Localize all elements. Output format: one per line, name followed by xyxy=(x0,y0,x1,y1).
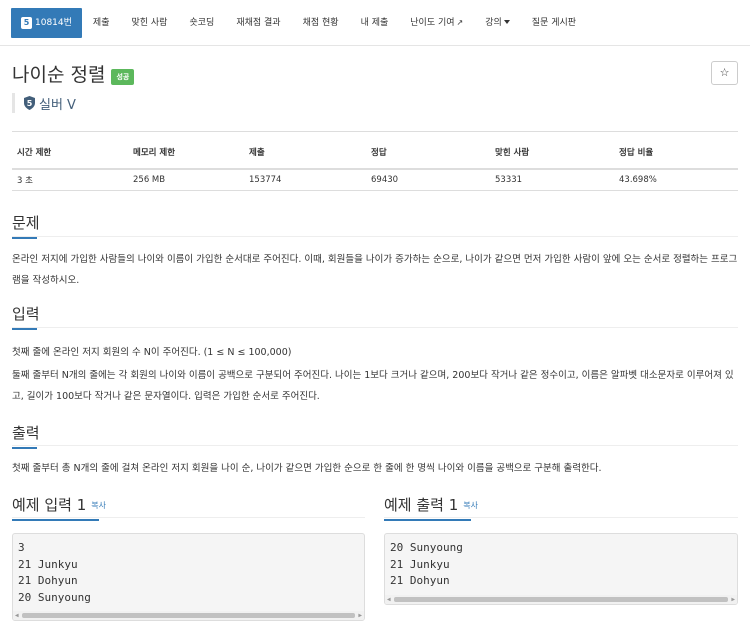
caret-down-icon xyxy=(503,20,510,24)
tier-badge-icon: 5 xyxy=(21,17,32,29)
output-section-heading: 출력 xyxy=(12,422,40,449)
code-line: 21 Dohyun xyxy=(390,574,450,587)
code-line: 21 Junkyu xyxy=(18,557,78,571)
section-divider xyxy=(12,236,738,237)
input-description-1: 첫째 줄에 온라인 저지 회원의 수 N이 주어진다. (1 ≤ N ≤ 100… xyxy=(12,347,292,358)
nav-item-board[interactable]: 질문 게시판 xyxy=(521,8,587,38)
heading-underline xyxy=(12,447,37,449)
col-ratio: 정답 비율 xyxy=(614,131,738,170)
scrollbar-thumb[interactable] xyxy=(394,597,728,602)
nav-item-lecture-label: 강의 xyxy=(485,18,502,28)
time-limit-value: 3 초 xyxy=(12,168,128,191)
col-time-limit: 시간 제한 xyxy=(12,131,128,170)
problem-section-heading: 문제 xyxy=(12,212,40,239)
scroll-left-icon[interactable]: ◀ xyxy=(387,597,391,603)
silver-tier-icon: 5 xyxy=(24,96,35,110)
problem-description: 온라인 저지에 가입한 사람들의 나이와 이름이 가입한 순서대로 주어진다. … xyxy=(12,254,738,286)
sample-output-heading: 예제 출력 1 복사 xyxy=(384,494,478,521)
sample-output-box[interactable]: 20 Sunyoung 21 Junkyu 21 Dohyun ◀ ▶ xyxy=(384,533,738,605)
sample-output-title: 예제 출력 1 xyxy=(384,496,459,514)
copy-sample-input-button[interactable]: 복사 xyxy=(91,501,106,510)
nav-item-lecture[interactable]: 강의 xyxy=(474,8,521,38)
problem-menu: 5 10814번 제출 맞힌 사람 숏코딩 재채점 결과 채점 현황 내 제출 난… xyxy=(11,8,587,38)
sample-input-title: 예제 입력 1 xyxy=(12,496,87,514)
col-submissions: 제출 xyxy=(244,131,366,170)
problem-nav: 5 10814번 제출 맞힌 사람 숏코딩 재채점 결과 채점 현황 내 제출 난… xyxy=(0,0,750,46)
sample-input-heading: 예제 입력 1 복사 xyxy=(12,494,106,521)
scroll-left-icon[interactable]: ◀ xyxy=(15,613,19,619)
horizontal-scrollbar[interactable]: ◀ ▶ xyxy=(13,611,364,620)
memory-limit-value: 256 MB xyxy=(128,168,244,191)
solvers-value: 53331 xyxy=(490,168,614,191)
nav-item-submit[interactable]: 제출 xyxy=(82,8,121,38)
input-description-2: 둘째 줄부터 N개의 줄에는 각 회원의 나이와 이름이 공백으로 구분되어 주… xyxy=(12,370,734,402)
heading-underline xyxy=(12,519,99,521)
sample-input-box[interactable]: 3 21 Junkyu 21 Dohyun 20 Sunyoung ◀ ▶ xyxy=(12,533,365,621)
input-section-title: 입력 xyxy=(12,305,40,323)
nav-item-my-submissions[interactable]: 내 제출 xyxy=(350,8,400,38)
table-header-row: 시간 제한 메모리 제한 제출 정답 맞힌 사람 정답 비율 xyxy=(12,131,738,170)
ratio-value: 43.698% xyxy=(614,168,738,191)
problem-section-title: 문제 xyxy=(12,214,40,232)
problem-title: 나이순 정렬 xyxy=(12,64,106,86)
output-section-title: 출력 xyxy=(12,424,40,442)
scroll-right-icon[interactable]: ▶ xyxy=(731,597,735,603)
tier-level-text: 5 xyxy=(27,99,33,108)
col-solvers: 맞힌 사람 xyxy=(490,131,614,170)
problem-info-table: 시간 제한 메모리 제한 제출 정답 맞힌 사람 정답 비율 3 초 256 M… xyxy=(12,131,738,191)
nav-item-difficulty-label: 난이도 기여 xyxy=(410,18,455,28)
section-divider xyxy=(12,327,738,328)
code-line: 20 Sunyoung xyxy=(18,590,91,604)
heading-underline xyxy=(12,328,37,330)
section-divider xyxy=(384,517,738,518)
tier-label: 실버 V xyxy=(39,97,76,113)
nav-item-solvers[interactable]: 맞힌 사람 xyxy=(120,8,178,38)
status-badge: 성공 xyxy=(111,68,135,85)
heading-underline xyxy=(384,519,471,521)
star-button[interactable]: ☆ xyxy=(711,61,738,85)
section-divider xyxy=(12,445,738,446)
section-divider xyxy=(12,517,365,518)
external-link-icon: ↗ xyxy=(456,18,464,27)
horizontal-scrollbar[interactable]: ◀ ▶ xyxy=(385,595,737,604)
nav-item-problem-label: 10814번 xyxy=(35,18,72,28)
accepted-value: 69430 xyxy=(366,168,490,191)
submissions-value: 153774 xyxy=(244,168,366,191)
nav-item-rejudge[interactable]: 재채점 결과 xyxy=(225,8,291,38)
code-line: 20 Sunyoung xyxy=(390,541,463,554)
problem-tier: 5 실버 V xyxy=(12,93,76,113)
problem-title-row: 나이순 정렬 성공 xyxy=(12,60,135,87)
input-section-heading: 입력 xyxy=(12,303,40,330)
code-line: 21 Dohyun xyxy=(18,574,78,587)
nav-item-problem[interactable]: 5 10814번 xyxy=(11,8,82,38)
scrollbar-thumb[interactable] xyxy=(22,613,355,618)
output-description: 첫째 줄부터 총 N개의 줄에 걸쳐 온라인 저지 회원을 나이 순, 나이가 … xyxy=(12,463,602,474)
table-row: 3 초 256 MB 153774 69430 53331 43.698% xyxy=(12,168,738,191)
nav-item-short-coding[interactable]: 숏코딩 xyxy=(178,8,225,38)
nav-item-difficulty[interactable]: 난이도 기여 ↗ xyxy=(399,8,474,38)
code-line: 3 xyxy=(18,541,25,554)
col-accepted: 정답 xyxy=(366,131,490,170)
heading-underline xyxy=(12,237,37,239)
nav-item-status[interactable]: 채점 현황 xyxy=(292,8,350,38)
scroll-right-icon[interactable]: ▶ xyxy=(358,613,362,619)
col-memory-limit: 메모리 제한 xyxy=(128,131,244,170)
code-line: 21 Junkyu xyxy=(390,557,450,571)
copy-sample-output-button[interactable]: 복사 xyxy=(463,501,478,510)
